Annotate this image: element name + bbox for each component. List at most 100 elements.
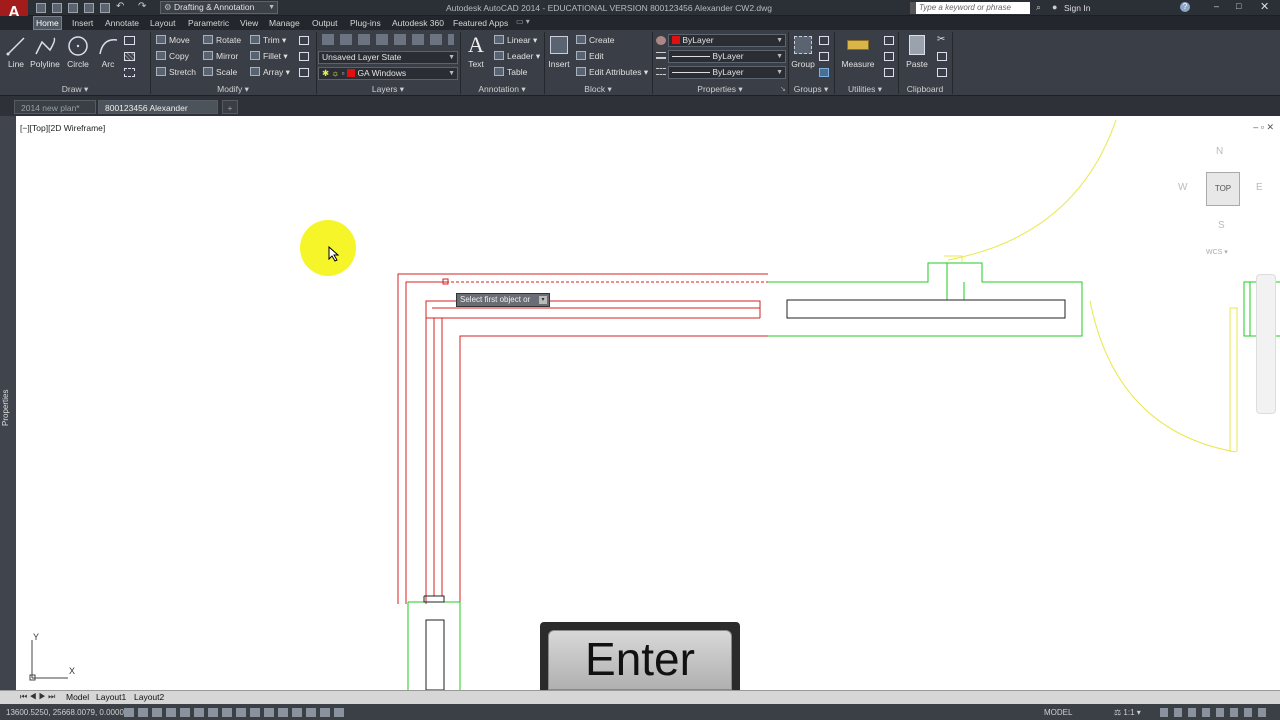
tab-featured-apps[interactable]: Featured Apps	[451, 17, 510, 29]
search-input[interactable]: Type a keyword or phrase	[910, 2, 1030, 14]
tab-plug-ins[interactable]: Plug-ins	[348, 17, 383, 29]
open-icon[interactable]	[52, 3, 62, 13]
minimize-icon[interactable]: –	[1214, 1, 1219, 11]
block-panel-label[interactable]: Block ▾	[544, 83, 652, 95]
doc-tab-current[interactable]: 800123456 Alexander CW2* ✕	[98, 100, 218, 127]
explode-icon[interactable]	[299, 52, 309, 61]
save-icon[interactable]	[68, 3, 78, 13]
leader-button[interactable]: Leader ▾	[494, 50, 540, 63]
tab-annotate[interactable]: Annotate	[103, 17, 141, 29]
new-tab-button[interactable]: +	[222, 100, 238, 114]
drawing-canvas[interactable]: [−][Top][2D Wireframe] – ▫ ✕ Select firs…	[16, 116, 1280, 690]
circle-button[interactable]: Circle	[64, 34, 92, 74]
linear-button[interactable]: Linear ▾	[494, 34, 537, 47]
navigation-bar[interactable]	[1256, 274, 1276, 414]
group-button[interactable]: Group	[791, 34, 815, 74]
trim-button[interactable]: Trim ▾	[250, 34, 286, 47]
redo-icon[interactable]: ↷	[138, 1, 146, 12]
viewcube-north[interactable]: N	[1216, 146, 1223, 157]
undo-icon[interactable]: ↶	[116, 1, 124, 12]
quick-select-icon[interactable]	[884, 36, 894, 45]
mirror-button[interactable]: Mirror	[203, 50, 238, 63]
search-icon[interactable]: ⌕	[1036, 2, 1041, 13]
tab-insert[interactable]: Insert	[70, 17, 95, 29]
doc-tab-new-plan[interactable]: 2014 new plan* ✕	[14, 100, 96, 127]
sign-in-link[interactable]: Sign In	[1064, 3, 1090, 13]
polyline-button[interactable]: Polyline	[28, 34, 62, 74]
print-icon[interactable]	[100, 3, 110, 13]
erase-icon[interactable]	[299, 36, 309, 45]
tab-model[interactable]: Model	[66, 692, 89, 702]
tab-output[interactable]: Output	[310, 17, 340, 29]
insert-button[interactable]: Insert	[548, 34, 570, 74]
wcs-menu[interactable]: WCS ▾	[1206, 248, 1228, 256]
tab-manage[interactable]: Manage	[267, 17, 302, 29]
array-button[interactable]: Array ▾	[250, 66, 290, 79]
layer-state-select[interactable]: Unsaved Layer State ▼	[318, 51, 458, 64]
measure-button[interactable]: Measure	[840, 34, 876, 74]
id-point-icon[interactable]	[884, 68, 894, 77]
calculator-icon[interactable]	[884, 52, 894, 61]
fillet-button[interactable]: Fillet ▾	[250, 50, 288, 63]
copy-clip-icon[interactable]	[937, 52, 947, 61]
annotation-scale[interactable]: ⚖ 1:1 ▾	[1114, 708, 1141, 717]
tab-parametric[interactable]: Parametric	[186, 17, 231, 29]
utilities-panel-label[interactable]: Utilities ▾	[834, 83, 896, 95]
group-select-icon[interactable]	[819, 68, 829, 77]
viewcube-west[interactable]: W	[1178, 182, 1187, 193]
help-icon[interactable]: ?	[1180, 2, 1190, 12]
offset-icon[interactable]	[299, 68, 309, 77]
group-edit-icon[interactable]	[819, 52, 829, 61]
rectangle-icon[interactable]	[124, 36, 135, 45]
tab-layout1[interactable]: Layout1	[96, 692, 126, 702]
paste-button[interactable]: Paste	[904, 34, 930, 74]
new-icon[interactable]	[36, 3, 46, 13]
lineweight-select[interactable]: ByLayer ▼	[668, 66, 786, 79]
copy-button[interactable]: Copy	[156, 50, 189, 63]
region-icon[interactable]	[124, 68, 135, 77]
hatch-icon[interactable]	[124, 52, 135, 61]
arc-button[interactable]: Arc	[95, 34, 121, 74]
create-block-button[interactable]: Create	[576, 34, 615, 47]
tab-autodesk-360[interactable]: Autodesk 360	[390, 17, 446, 29]
layout-nav-arrows[interactable]: ⏮ ◀ ▶ ⏭	[20, 692, 55, 702]
ribbon-toggle-icon[interactable]: ▭ ▾	[516, 17, 530, 26]
annotation-panel-label[interactable]: Annotation ▾	[460, 83, 544, 95]
maximize-icon[interactable]: □	[1236, 1, 1241, 11]
properties-panel-label[interactable]: Properties ▾	[652, 83, 788, 95]
layer-select[interactable]: ✱ ☼ ▫ GA Windows ▼	[318, 67, 458, 80]
groups-panel-label[interactable]: Groups ▾	[788, 83, 834, 95]
color-select[interactable]: ByLayer ▼	[668, 34, 786, 47]
status-tray-icons[interactable]	[1160, 708, 1272, 717]
rotate-button[interactable]: Rotate	[203, 34, 241, 47]
model-space-toggle[interactable]: MODEL	[1044, 708, 1072, 717]
viewcube-east[interactable]: E	[1256, 182, 1263, 193]
drafting-toggles[interactable]	[124, 708, 344, 717]
layers-panel-label[interactable]: Layers ▾	[316, 83, 460, 95]
match-icon[interactable]	[937, 68, 947, 77]
move-button[interactable]: Move	[156, 34, 190, 47]
cut-icon[interactable]: ✂	[937, 34, 945, 45]
tab-home[interactable]: Home	[33, 16, 62, 30]
clipboard-panel-label[interactable]: Clipboard	[898, 83, 952, 95]
draw-panel-label[interactable]: Draw ▾	[0, 83, 150, 95]
match-properties-icon[interactable]	[656, 36, 666, 45]
close-icon[interactable]: ✕	[1260, 0, 1269, 13]
ungroup-icon[interactable]	[819, 36, 829, 45]
properties-palette-strip[interactable]: Properties	[0, 116, 16, 690]
tab-layout[interactable]: Layout	[148, 17, 178, 29]
tab-layout2[interactable]: Layout2	[134, 692, 164, 702]
save-as-icon[interactable]	[84, 3, 94, 13]
viewcube-top-face[interactable]: TOP	[1206, 172, 1240, 206]
panel-launcher-icon[interactable]: ↘	[780, 85, 786, 93]
coordinates-readout[interactable]: 13600.5250, 25668.0079, 0.0000	[6, 708, 124, 717]
edit-attributes-button[interactable]: Edit Attributes ▾	[576, 66, 648, 79]
layer-tools-icons[interactable]	[322, 34, 454, 45]
scale-button[interactable]: Scale	[203, 66, 237, 79]
tab-view[interactable]: View	[238, 17, 260, 29]
workspace-select[interactable]: ⚙ Drafting & Annotation ▼	[160, 1, 278, 14]
text-button[interactable]: A Text	[464, 34, 488, 74]
properties-palette-label[interactable]: Properties	[1, 390, 10, 426]
stretch-button[interactable]: Stretch	[156, 66, 196, 79]
linetype-select[interactable]: ByLayer ▼	[668, 50, 786, 63]
